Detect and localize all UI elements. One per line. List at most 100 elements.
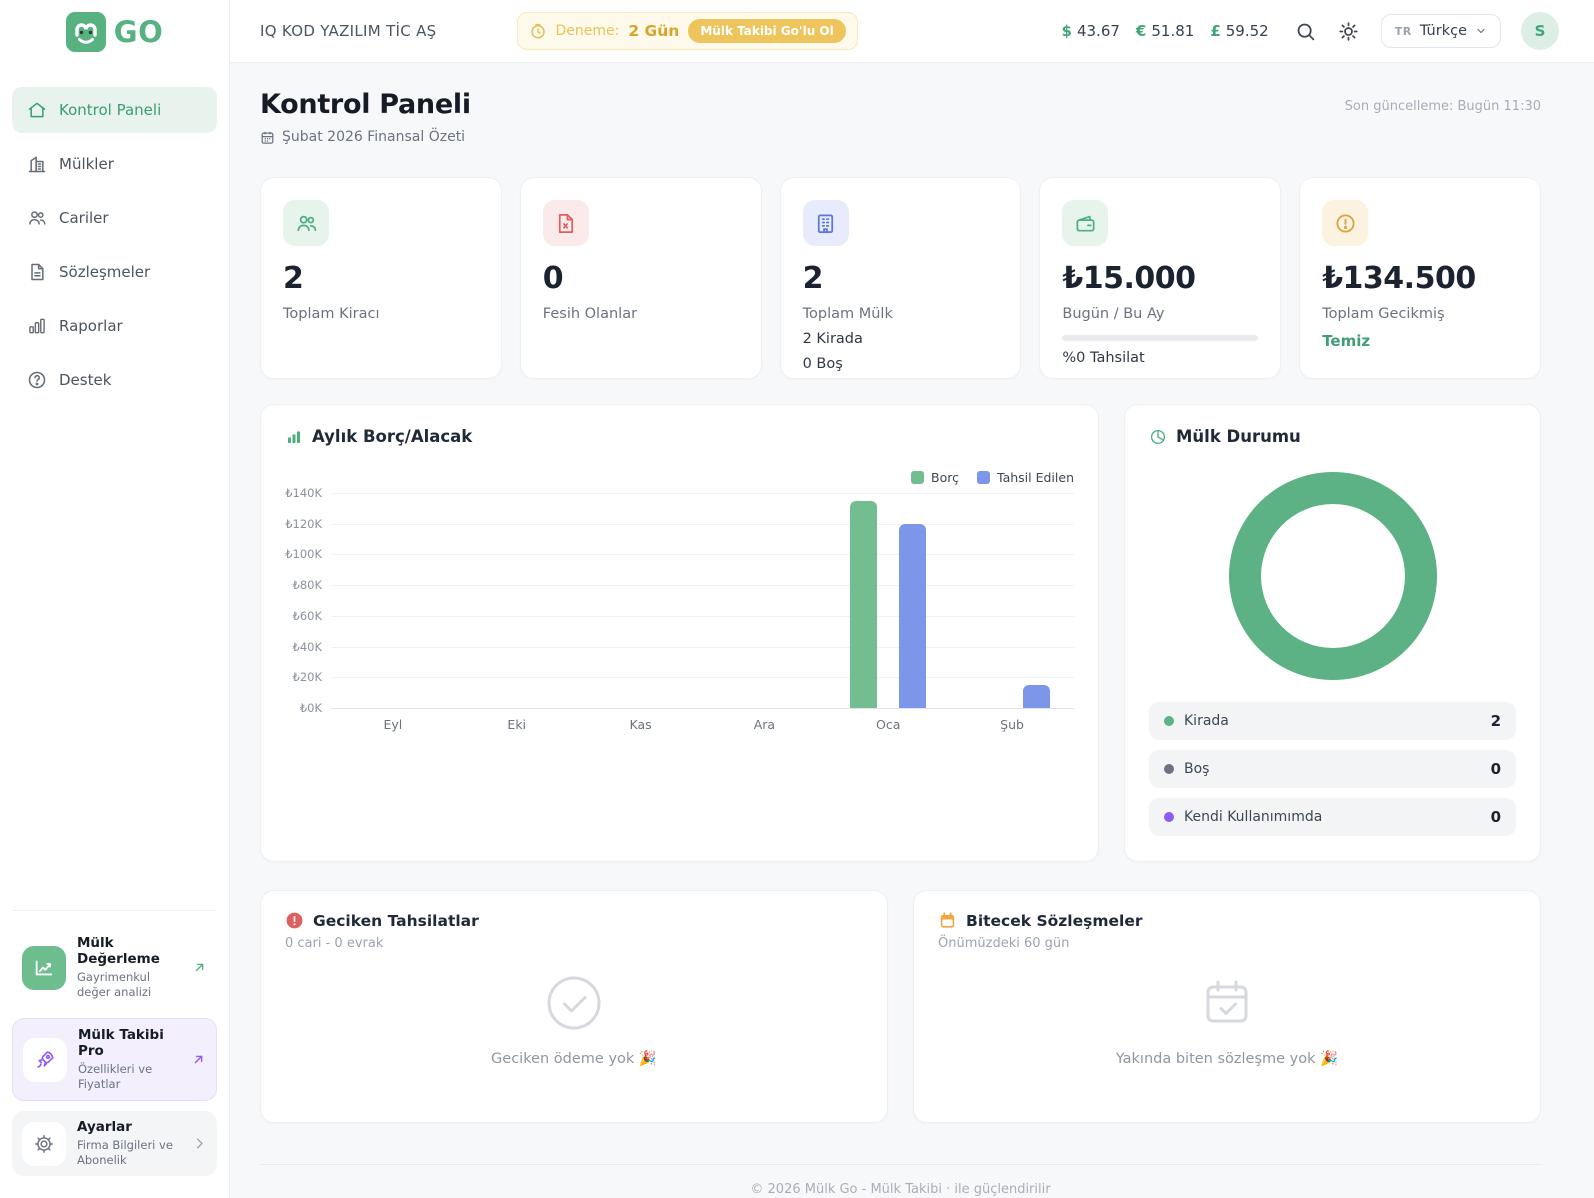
y-tick-label: ₺0K [300,701,322,715]
document-icon [27,262,47,282]
chevron-right-icon [192,1136,207,1151]
page-subtitle-row: Şubat 2026 Finansal Özeti [260,129,471,145]
legend-swatch [911,471,924,484]
stat-value: 0 [543,261,739,296]
y-tick-label: ₺80K [293,578,323,592]
sidebar-item-mulkler[interactable]: Mülkler [12,141,217,187]
bar-group-Oca [826,493,950,708]
promo-title: Mülk Takibi Pro [78,1027,180,1059]
donut-legend: Kirada 2 Boş 0 Kendi Kullanımımda 0 [1149,702,1516,836]
stat-value: 2 [283,261,479,296]
y-tick-label: ₺120K [285,517,322,531]
calendar-icon [260,130,275,145]
currency-rates: $ 43.67 € 51.81 £ 59.52 [1062,22,1269,40]
bottom-cards-row: Geciken Tahsilatlar 0 cari - 0 evrak Gec… [260,890,1541,1123]
sidebar-item-label: Sözleşmeler [59,263,150,281]
sidebar-item-cariler[interactable]: Cariler [12,195,217,241]
calendar-check-icon [1199,975,1255,1031]
trial-banner: Deneme: 2 Gün Mülk Takibi Go'lu Ol [517,12,858,50]
bar-tahsil-edilen-Şub [1023,685,1050,708]
y-tick-label: ₺140K [285,486,322,500]
sidebar-item-label: Cariler [59,209,109,227]
brand-logo[interactable]: GO [0,0,229,63]
brand-logo-icon [66,12,106,52]
calendar-orange-icon [938,911,957,930]
pie-chart-icon [1149,428,1167,446]
bar-group-Ara [702,493,826,708]
promo-subtitle: Gayrimenkul değer analizi [77,970,181,1000]
bar-chart-legend: Borç Tahsil Edilen [285,470,1074,485]
sidebar-item-label: Raporlar [59,317,123,335]
sidebar-item-label: Kontrol Paneli [59,101,161,119]
page-subtitle: Şubat 2026 Finansal Özeti [282,129,465,145]
bar-chart-plot: ₺140K₺120K₺100K₺80K₺60K₺40K₺20K₺0K [285,493,1074,708]
arrow-up-right-icon [191,1052,206,1067]
gridline [331,708,1074,709]
trial-days: 2 Gün [628,22,679,40]
stat-detail-bos: 0 Boş [803,356,999,372]
donut-legend-kirada: Kirada 2 [1149,702,1516,740]
usd-symbol: $ [1062,22,1072,40]
overdue-empty-text: Geciken ödeme yok 🎉 [491,1050,657,1067]
wallet-icon [1062,200,1108,246]
language-code: TR [1395,25,1412,38]
stat-value: ₺15.000 [1062,261,1258,296]
language-selector[interactable]: TR Türkçe [1381,14,1501,48]
eur-symbol: € [1136,22,1146,40]
sidebar-item-label: Destek [59,371,111,389]
chart-line-icon [22,946,66,990]
bar-chart-card: Aylık Borç/Alacak Borç Tahsil Edilen [260,404,1099,862]
legend-dot [1164,812,1174,822]
help-circle-icon [27,370,47,390]
upgrade-button[interactable]: Mülk Takibi Go'lu Ol [688,19,845,43]
avatar[interactable]: S [1521,12,1559,50]
sidebar-item-kontrol-paneli[interactable]: Kontrol Paneli [12,87,217,133]
y-tick-label: ₺100K [285,547,322,561]
overdue-title: Geciken Tahsilatlar [313,912,479,930]
promo-mulk-takibi-pro[interactable]: Mülk Takibi Pro Özellikleri ve Fiyatlar [12,1018,217,1101]
sidebar: GO Kontrol Paneli Mülkler Cariler [0,0,230,1198]
content-column: IQ KOD YAZILIM TİC AŞ Deneme: 2 Gün Mülk… [230,0,1594,1198]
stat-card-toplam-kiraci: 2 Toplam Kiracı [260,177,502,379]
promo-mulk-degerleme[interactable]: Mülk Değerleme Gayrimenkul değer analizi [12,927,217,1008]
rate-eur: € 51.81 [1136,22,1194,40]
legend-dot [1164,716,1174,726]
expiring-contracts-card: Bitecek Sözleşmeler Önümüzdeki 60 gün Ya… [913,890,1541,1123]
main-area: Kontrol Paneli Şubat 2026 Finansal Özeti… [230,63,1594,1198]
footer-text: © 2026 Mülk Go - Mülk Takibi · ile güçle… [260,1164,1541,1197]
search-icon[interactable] [1295,21,1316,42]
topbar: IQ KOD YAZILIM TİC AŞ Deneme: 2 Gün Mülk… [230,0,1594,63]
bar-group-Eki [455,493,579,708]
file-x-icon [543,200,589,246]
trial-label: Deneme: [556,23,620,39]
check-circle-icon [546,975,602,1031]
overdue-payments-card: Geciken Tahsilatlar 0 cari - 0 evrak Gec… [260,890,888,1123]
sidebar-item-destek[interactable]: Destek [12,357,217,403]
stat-card-fesih-olanlar: 0 Fesih Olanlar [520,177,762,379]
chevron-down-icon [1475,25,1487,37]
stat-value: ₺134.500 [1322,261,1518,296]
promo-subtitle: Özellikleri ve Fiyatlar [78,1062,180,1092]
sidebar-item-raporlar[interactable]: Raporlar [12,303,217,349]
stat-value: 2 [803,261,999,296]
collection-progress-label: %0 Tahsilat [1062,350,1258,366]
stat-card-bugun-bu-ay: ₺15.000 Bugün / Bu Ay %0 Tahsilat [1039,177,1281,379]
stat-label: Toplam Kiracı [283,306,479,322]
sidebar-nav: Kontrol Paneli Mülkler Cariler Sözleşmel… [0,63,229,411]
x-tick-label: Oca [826,717,950,732]
stat-label: Fesih Olanlar [543,306,739,322]
stat-card-toplam-mulk: 2 Toplam Mülk 2 Kirada 0 Boş [780,177,1022,379]
alert-filled-icon [285,911,304,930]
theme-sun-icon[interactable] [1338,21,1359,42]
contracts-subtitle: Önümüzdeki 60 gün [938,936,1516,951]
promo-ayarlar[interactable]: Ayarlar Firma Bilgileri ve Abonelik [12,1111,217,1176]
contracts-title: Bitecek Sözleşmeler [966,912,1142,930]
x-tick-label: Şub [950,717,1074,732]
stat-cards-row: 2 Toplam Kiracı 0 Fesih Olanlar 2 Toplam… [260,177,1541,379]
x-tick-label: Eyl [331,717,455,732]
sidebar-item-sozlesmeler[interactable]: Sözleşmeler [12,249,217,295]
building-icon [803,200,849,246]
bar-borç-Oca [850,501,877,708]
users-icon [283,200,329,246]
chart-bars-icon [285,428,303,446]
